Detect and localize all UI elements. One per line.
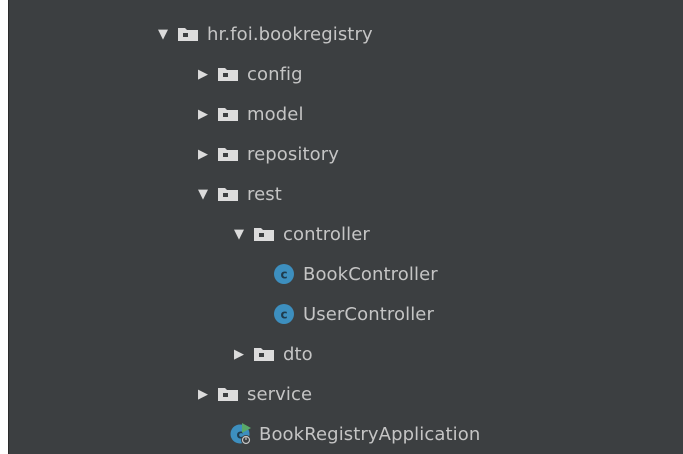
collapse-arrow-icon[interactable]: ▶ [189, 54, 217, 94]
package-folder-icon [217, 134, 247, 174]
tree-node-usercontroller[interactable]: c UserController [273, 294, 434, 334]
tree-node-label: UserController [303, 303, 434, 325]
tree-node-controller[interactable]: ▼ controller [225, 214, 370, 254]
tree-node-hr-foi-bookregistry[interactable]: ▼ hr.foi.bookregistry [149, 14, 373, 54]
svg-text:c: c [280, 308, 287, 322]
tree-node-label: BookController [303, 263, 438, 285]
package-folder-icon [177, 14, 207, 54]
tree-node-label: repository [247, 143, 340, 165]
tree-node-dto[interactable]: ▶ dto [225, 334, 313, 374]
tree-node-config[interactable]: ▶ config [189, 54, 303, 94]
tree-node-bookregistryapplication[interactable]: c BookRegistryApplication [229, 414, 480, 454]
tree-node-bookcontroller[interactable]: c BookController [273, 254, 438, 294]
package-folder-icon [217, 174, 247, 214]
collapse-arrow-icon[interactable]: ▶ [189, 374, 217, 414]
tree-node-rest[interactable]: ▼ rest [189, 174, 282, 214]
expand-arrow-icon[interactable]: ▼ [189, 174, 217, 214]
tree-node-label: dto [283, 343, 313, 365]
collapse-arrow-icon[interactable]: ▶ [189, 134, 217, 174]
tree-node-label: rest [247, 183, 282, 205]
expand-arrow-icon[interactable]: ▼ [225, 214, 253, 254]
tree-node-label: hr.foi.bookregistry [207, 23, 373, 45]
java-class-icon: c [273, 294, 303, 334]
package-folder-icon [217, 54, 247, 94]
collapse-arrow-icon[interactable]: ▶ [225, 334, 253, 374]
package-folder-icon [253, 214, 283, 254]
collapse-arrow-icon[interactable]: ▶ [189, 94, 217, 134]
package-folder-icon [217, 94, 247, 134]
tree-node-label: config [247, 63, 303, 85]
tree-node-service[interactable]: ▶ service [189, 374, 312, 414]
package-folder-icon [253, 334, 283, 374]
tree-node-label: BookRegistryApplication [259, 423, 481, 445]
expand-arrow-icon[interactable]: ▼ [149, 14, 177, 54]
tree-node-label: service [247, 383, 313, 405]
tree-node-repository[interactable]: ▶ repository [189, 134, 339, 174]
java-class-icon: c [273, 254, 303, 294]
package-folder-icon [217, 374, 247, 414]
tree-node-label: model [247, 103, 304, 125]
spring-boot-app-icon: c [229, 414, 259, 454]
project-tree-panel: ▼ hr.foi.bookregistry ▶ config ▶ model ▶… [8, 0, 683, 454]
tree-node-model[interactable]: ▶ model [189, 94, 304, 134]
tree-node-label: controller [283, 223, 370, 245]
svg-text:c: c [280, 268, 287, 282]
